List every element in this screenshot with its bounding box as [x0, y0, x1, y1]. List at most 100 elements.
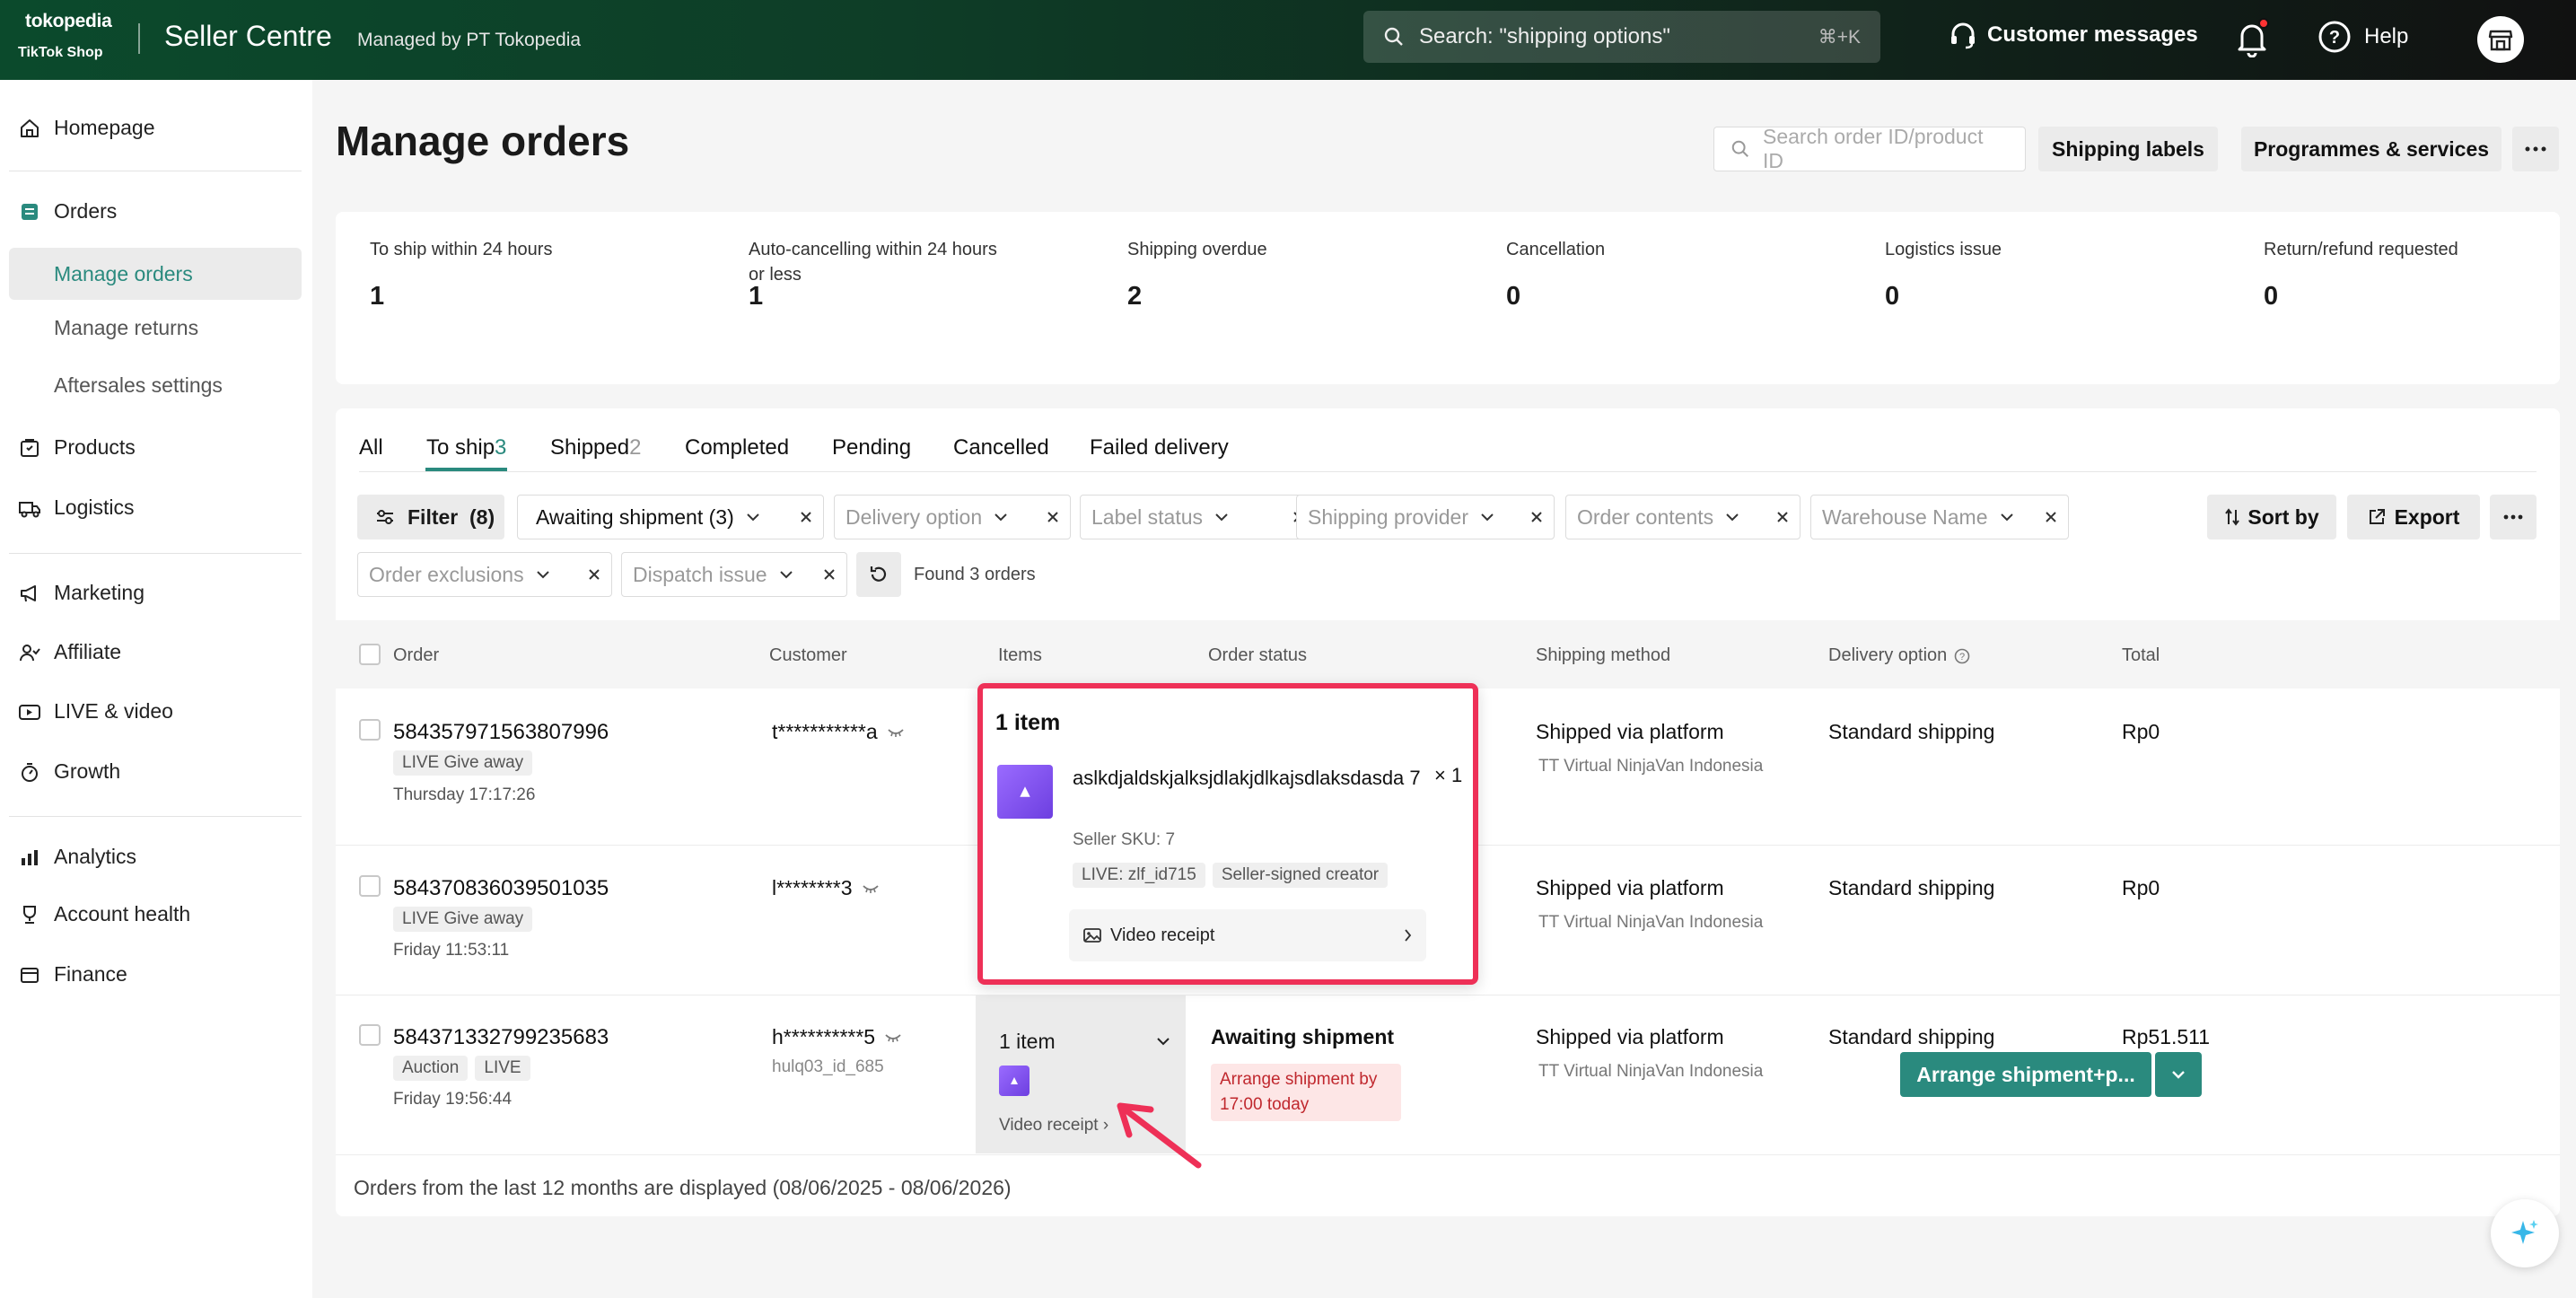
arrange-shipment-button[interactable]: Arrange shipment+p...	[1900, 1052, 2151, 1097]
sidebar-item-account-health[interactable]: Account health	[18, 902, 190, 926]
ai-assistant-sparkle-icon[interactable]	[2491, 1199, 2559, 1267]
sidebar-item-live-video[interactable]: LIVE & video	[18, 699, 173, 724]
customer-messages-button[interactable]: Customer messages	[1948, 20, 2198, 50]
chevron-down-icon	[1481, 513, 1494, 522]
tab-completed[interactable]: Completed	[685, 435, 789, 460]
results-count: Found 3 orders	[914, 565, 1036, 584]
sidebar-label-marketing: Marketing	[54, 581, 145, 604]
live-tag: LIVE: zlf_id715	[1073, 863, 1205, 888]
clear-icon[interactable]	[588, 568, 600, 581]
tab-pending[interactable]: Pending	[832, 435, 911, 460]
dispatch-issue-filter[interactable]: Dispatch issue	[621, 552, 847, 597]
clear-icon[interactable]	[800, 511, 812, 523]
export-button[interactable]: Export	[2347, 495, 2480, 539]
select-all-checkbox[interactable]	[359, 644, 381, 665]
eye-closed-icon[interactable]	[887, 727, 905, 738]
sidebar-item-analytics[interactable]: Analytics	[18, 845, 136, 869]
sidebar-item-marketing[interactable]: Marketing	[18, 581, 145, 605]
tab-to-ship[interactable]: To ship3	[426, 435, 506, 460]
warehouse-name-filter[interactable]: Warehouse Name	[1810, 495, 2069, 539]
sidebar-item-orders[interactable]: Orders	[18, 199, 117, 224]
filter-button[interactable]: Filter (8)	[357, 495, 504, 539]
delivery-option-filter[interactable]: Delivery option	[834, 495, 1071, 539]
stat-cancellation[interactable]: Cancellation 0	[1506, 237, 1775, 311]
sort-by-button[interactable]: Sort by	[2207, 495, 2336, 539]
chevron-down-icon	[1215, 513, 1228, 522]
order-search-input[interactable]: Search order ID/product ID	[1713, 125, 2026, 172]
global-search-placeholder: Search: "shipping options"	[1419, 24, 1670, 48]
order-id[interactable]: 584370836039501035	[393, 876, 609, 901]
row-checkbox[interactable]	[359, 719, 381, 741]
arrange-shipment-dropdown[interactable]	[2155, 1052, 2202, 1097]
video-receipt-button[interactable]: Video receipt	[1069, 909, 1426, 961]
programmes-services-button[interactable]: Programmes & services	[2241, 127, 2502, 171]
clear-icon[interactable]	[1776, 511, 1789, 523]
logo-tiktok-shop: TikTok Shop	[18, 45, 103, 60]
info-icon[interactable]: ?	[1954, 648, 1970, 664]
shipping-provider-filter[interactable]: Shipping provider	[1296, 495, 1555, 539]
store-icon[interactable]	[2477, 16, 2524, 63]
tab-active-indicator	[425, 468, 507, 471]
stat-to-ship-24h[interactable]: To ship within 24 hours 1	[370, 237, 639, 311]
clear-icon[interactable]	[823, 568, 836, 581]
sidebar-item-aftersales-settings[interactable]: Aftersales settings	[54, 373, 223, 398]
global-search[interactable]: Search: "shipping options" ⌘+K	[1363, 11, 1880, 63]
items-summary[interactable]: 1 item	[999, 1030, 1170, 1054]
help-button[interactable]: ? Help	[2318, 20, 2408, 54]
label-status-filter[interactable]: Label status	[1080, 495, 1317, 539]
sidebar-item-affiliate[interactable]: Affiliate	[18, 640, 121, 664]
logo[interactable]: tokopedia TikTok Shop	[18, 7, 124, 70]
tab-all[interactable]: All	[359, 435, 383, 460]
awaiting-shipment-filter[interactable]: Awaiting shipment (3)	[517, 495, 824, 539]
clear-icon[interactable]	[1047, 511, 1059, 523]
products-icon	[18, 437, 41, 459]
search-shortcut: ⌘+K	[1818, 26, 1861, 48]
stat-return-refund[interactable]: Return/refund requested 0	[2264, 237, 2533, 311]
customer-name[interactable]: l********3	[772, 876, 880, 900]
sidebar-item-manage-returns[interactable]: Manage returns	[54, 316, 198, 340]
eye-closed-icon[interactable]	[862, 883, 880, 894]
order-id[interactable]: 584371332799235683	[393, 1025, 609, 1050]
stat-auto-cancelling[interactable]: Auto-cancelling within 24 hours or less …	[749, 237, 1018, 311]
clear-icon[interactable]	[2045, 511, 2057, 523]
sidebar-label-live-video: LIVE & video	[54, 699, 173, 723]
more-options-icon[interactable]	[2490, 495, 2537, 539]
sidebar-item-growth[interactable]: Growth	[18, 759, 120, 784]
stat-shipping-overdue[interactable]: Shipping overdue 2	[1127, 237, 1397, 311]
more-options-icon[interactable]	[2512, 127, 2559, 171]
column-items: Items	[998, 645, 1042, 665]
sidebar-item-manage-orders[interactable]: Manage orders	[9, 248, 302, 300]
row-checkbox[interactable]	[359, 1024, 381, 1046]
video-receipt-link[interactable]: Video receipt ›	[999, 1116, 1108, 1136]
sidebar-item-homepage[interactable]: Homepage	[18, 116, 155, 140]
customer-name[interactable]: h**********5	[772, 1025, 902, 1049]
shipping-labels-button[interactable]: Shipping labels	[2038, 127, 2218, 171]
tab-failed-delivery[interactable]: Failed delivery	[1090, 435, 1229, 460]
tab-label: To ship	[426, 435, 495, 460]
reset-filters-icon[interactable]	[856, 552, 901, 597]
orders-period-note: Orders from the last 12 months are displ…	[354, 1176, 1012, 1199]
row-checkbox[interactable]	[359, 875, 381, 897]
stat-value: 0	[1885, 282, 1900, 311]
order-tags: LIVE Give away	[393, 907, 539, 932]
sidebar-item-finance[interactable]: Finance	[18, 962, 127, 987]
tab-cancelled[interactable]: Cancelled	[953, 435, 1049, 460]
stat-logistics-issue[interactable]: Logistics issue 0	[1885, 237, 2154, 311]
clear-icon[interactable]	[1530, 511, 1543, 523]
order-exclusions-filter[interactable]: Order exclusions	[357, 552, 612, 597]
order-tag: Auction	[393, 1056, 469, 1081]
bar-chart-icon	[18, 846, 41, 868]
eye-closed-icon[interactable]	[884, 1032, 902, 1043]
order-id[interactable]: 584357971563807996	[393, 720, 609, 745]
sidebar-item-logistics[interactable]: Logistics	[18, 496, 134, 520]
sidebar-label-analytics: Analytics	[54, 845, 137, 868]
logo-separator	[138, 23, 140, 54]
product-thumbnail	[999, 1066, 1030, 1096]
chip-label: Dispatch issue	[633, 562, 767, 586]
order-contents-filter[interactable]: Order contents	[1565, 495, 1801, 539]
sidebar-item-products[interactable]: Products	[18, 435, 136, 460]
product-name[interactable]: aslkdjaldskjalksjdlakjdlkajsdlaksdasda 7	[1073, 764, 1432, 793]
customer-name[interactable]: t***********a	[772, 720, 905, 744]
top-bar: tokopedia TikTok Shop Seller Centre Mana…	[0, 0, 2576, 80]
tab-shipped[interactable]: Shipped2	[550, 435, 641, 460]
